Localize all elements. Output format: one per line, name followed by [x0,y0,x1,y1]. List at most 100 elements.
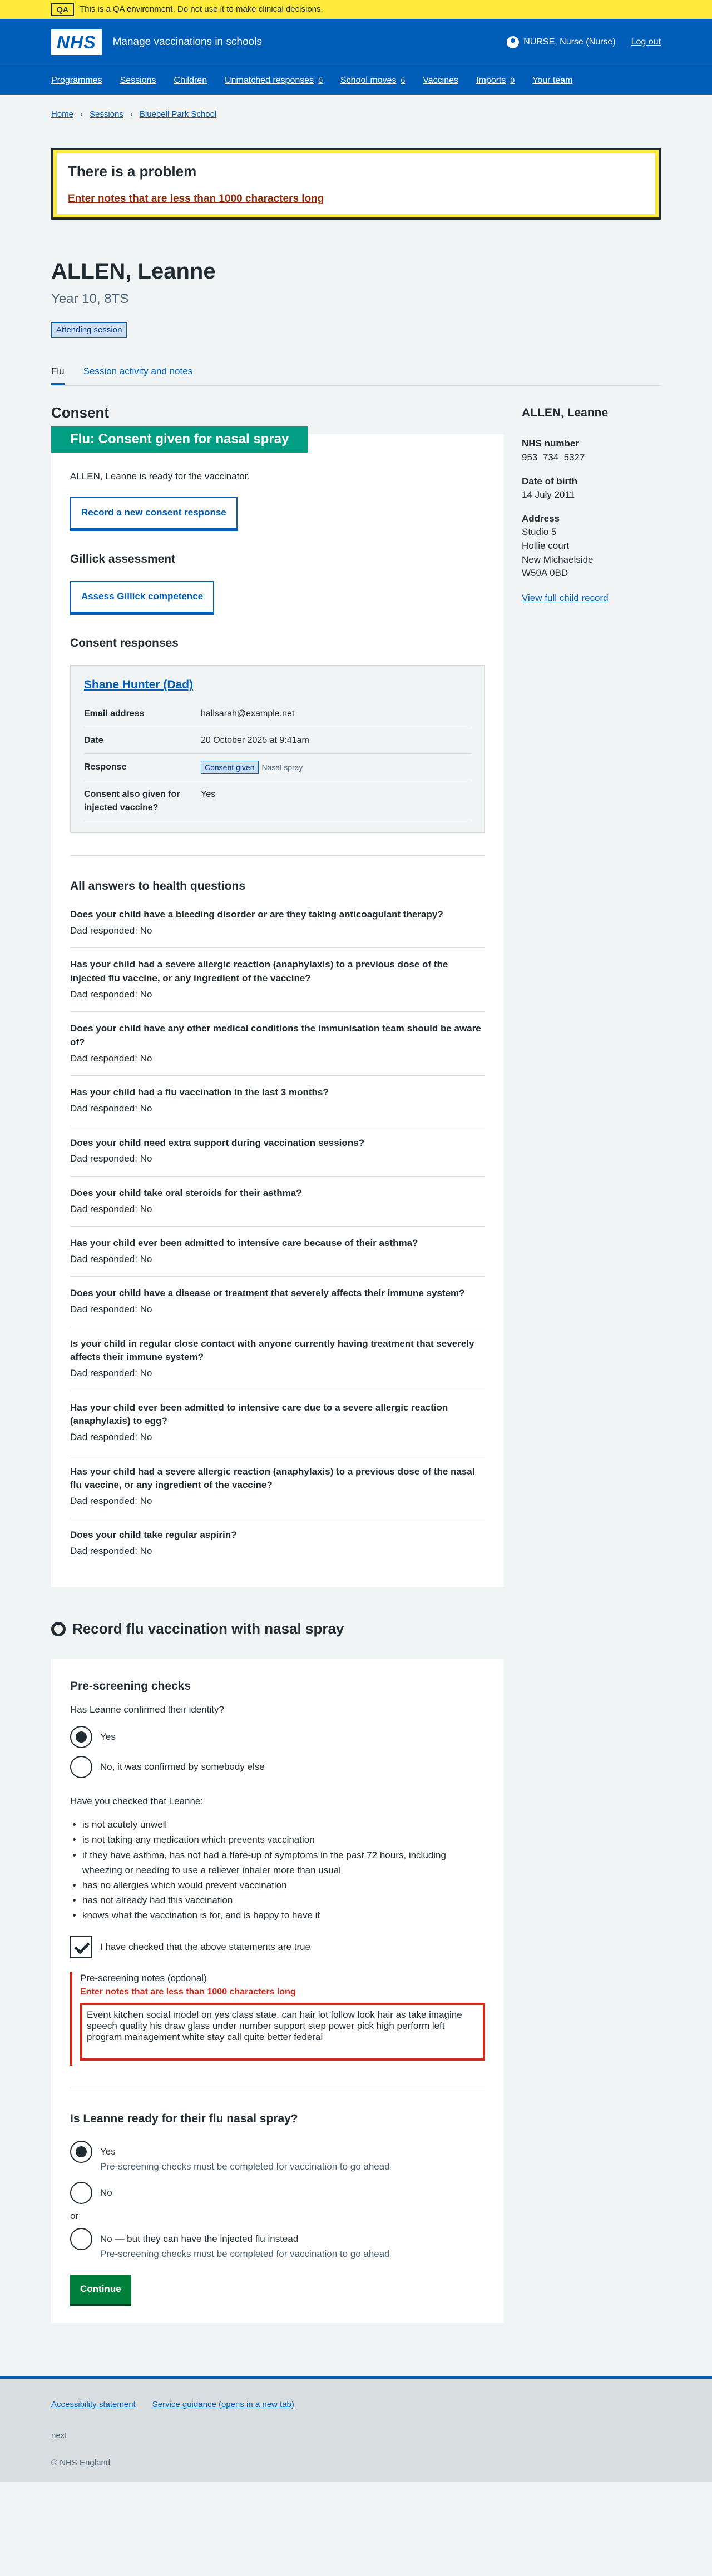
list-item: Does your child need extra support durin… [70,1126,485,1177]
error-summary-title: There is a problem [68,163,197,180]
primary-nav: Programmes Sessions Children Unmatched r… [0,66,712,95]
copyright: © NHS England [51,2458,111,2468]
table-row: Response Consent given Nasal spray [84,753,471,782]
programme-tabs: Flu Session activity and notes [51,365,661,386]
child-name: ALLEN, Leanne [522,406,609,419]
tab-session-activity[interactable]: Session activity and notes [83,365,193,385]
dob: 14 July 2011 [522,489,575,500]
nav-unmatched-responses[interactable]: Unmatched responses 0 [225,74,323,87]
error-summary: There is a problem Enter notes that are … [51,148,661,220]
chevron-right-icon: › [80,110,83,120]
ready-yes-radio[interactable]: Yes Pre-screening checks must be complete… [70,2141,485,2174]
prescreen-notes-field[interactable]: Event kitchen social model on yes class … [80,2003,485,2061]
breadcrumb-sessions[interactable]: Sessions [90,108,123,121]
or-divider: or [70,2211,79,2222]
identity-question: Has Leanne confirmed their identity? [70,1704,224,1715]
consent-response-card: Shane Hunter (Dad) Email address hallsara… [70,665,485,833]
breadcrumb-school[interactable]: Bluebell Park School [140,108,216,121]
ready-injected-radio[interactable]: No — but they can have the injected flu … [70,2228,485,2261]
gillick-heading: Gillick assessment [70,552,176,565]
list-item: Has your child ever been admitted to int… [70,1227,485,1277]
list-item: Does your child take oral steroids for t… [70,1177,485,1227]
consent-responses-heading: Consent responses [70,636,179,649]
nav-vaccines[interactable]: Vaccines [423,74,458,87]
list-item: Does your child have a bleeding disorder… [70,908,485,949]
list-item: if they have asthma, has not had a flare… [82,1848,485,1878]
list-item: Does your child take regular aspirin? Dad… [70,1530,237,1557]
consent-response-table: Email address hallsarah@example.net Date 2… [84,700,471,821]
accessibility-link[interactable]: Accessibility statement [51,2399,136,2411]
nhs-number-label: NHS number [522,438,579,449]
list-item: Has your child had a severe allergic rea… [70,1455,485,1519]
service-guidance-link[interactable]: Service guidance (opens in a new tab) [152,2399,294,2411]
checks-confirm-checkbox[interactable]: I have checked that the above statements… [70,1936,485,1959]
list-item: Has your child had a flu vaccination in … [70,1076,485,1126]
record-vaccination-heading: Record flu vaccination with nasal spray [51,1619,504,1640]
patient-header: ALLEN, Leanne Year 10, 8TS Attending ses… [51,255,661,338]
notes-label: Pre-screening notes (optional) [80,1973,207,1984]
nav-count: 0 [510,76,515,85]
record-consent-button[interactable]: Record a new consent response [70,497,238,529]
record-card: Pre-screening checks Has Leanne confirme… [51,1659,504,2323]
table-row: Date 20 October 2025 at 9:41am [84,727,471,755]
ready-no-radio[interactable]: No [70,2182,485,2205]
consent-heading: Consent [51,404,109,421]
circle-icon [51,1621,66,1636]
nav-children[interactable]: Children [174,74,207,87]
child-summary: ALLEN, Leanne NHS number 953 734 5327 Da… [522,403,661,2323]
nav-count: 0 [318,76,323,85]
list-item: Does your child have any other medical c… [70,1012,485,1076]
list-item: Has your child had a severe allergic rea… [70,948,485,1012]
error-summary-link[interactable]: Enter notes that are less than 1000 char… [68,193,324,205]
banner-text: This is a QA environment. Do not use it … [80,4,323,14]
logout-link[interactable]: Log out [631,36,661,48]
patient-year: Year 10, 8TS [51,291,129,307]
nhs-logo[interactable]: NHS [51,29,102,55]
nav-imports[interactable]: Imports 0 [476,74,515,87]
list-item: has no allergies which would prevent vac… [82,1878,485,1893]
site-footer: Accessibility statement Service guidance… [0,2376,712,2482]
checks-list: is not acutely unwell is not taking any … [82,1817,485,1923]
service-name[interactable]: Manage vaccinations in schools [113,34,262,50]
list-item: Is your child in regular close contact w… [70,1327,485,1391]
table-row: Email address hallsarah@example.net [84,700,471,727]
site-header: NHS Manage vaccinations in schools NURSE… [0,19,712,95]
qa-tag: QA [51,2,74,17]
environment-banner: QA This is a QA environment. Do not use … [0,0,712,19]
nav-programmes[interactable]: Programmes [51,74,102,87]
continue-button[interactable]: Continue [70,2275,131,2304]
user-account: NURSE, Nurse (Nurse) [507,36,616,48]
address-line: New Michaelside [522,554,594,565]
list-item: has not already had this vaccination [82,1893,485,1908]
assess-gillick-button[interactable]: Assess Gillick competence [70,581,215,613]
nav-count: 6 [400,76,406,85]
prescreen-heading: Pre-screening checks [70,1680,191,1693]
address-label: Address [522,513,560,524]
notes-error-group: Pre-screening notes (optional) Enter not… [70,1972,485,2066]
checks-question: Have you checked that Leanne: [70,1795,204,1806]
list-item: is not taking any medication which preve… [82,1832,485,1847]
list-item: Does your child have a disease or treatm… [70,1277,485,1327]
nav-your-team[interactable]: Your team [532,74,572,87]
ready-text: ALLEN, Leanne is ready for the vaccinato… [70,471,250,482]
breadcrumb-home[interactable]: Home [51,108,73,121]
identity-yes-radio[interactable]: Yes [70,1725,485,1748]
dob-label: Date of birth [522,475,578,487]
status-badge: Attending session [51,322,127,338]
chevron-right-icon: › [130,110,133,120]
parent-name-link[interactable]: Shane Hunter (Dad) [84,678,193,691]
tab-flu[interactable]: Flu [51,365,65,385]
health-answers-heading: All answers to health questions [70,879,246,892]
list-item: knows what the vaccination is for, and i… [82,1908,485,1923]
view-child-record-link[interactable]: View full child record [522,593,609,603]
breadcrumb: Home › Sessions › Bluebell Park School [0,95,712,135]
table-row: Consent also given for injected vaccine?… [84,781,471,821]
notes-error: Enter notes that are less than 1000 char… [80,1987,296,1997]
address-line: Hollie court [522,540,570,552]
consent-card: Flu: Consent given for nasal spray ALLEN… [51,426,504,1587]
identity-no-radio[interactable]: No, it was confirmed by somebody else [70,1755,485,1778]
nav-school-moves[interactable]: School moves 6 [340,74,405,87]
nav-sessions[interactable]: Sessions [120,74,156,87]
health-answers-list: Does your child have a bleeding disorder… [70,908,485,1569]
consent-given-tag: Consent given [201,761,259,775]
